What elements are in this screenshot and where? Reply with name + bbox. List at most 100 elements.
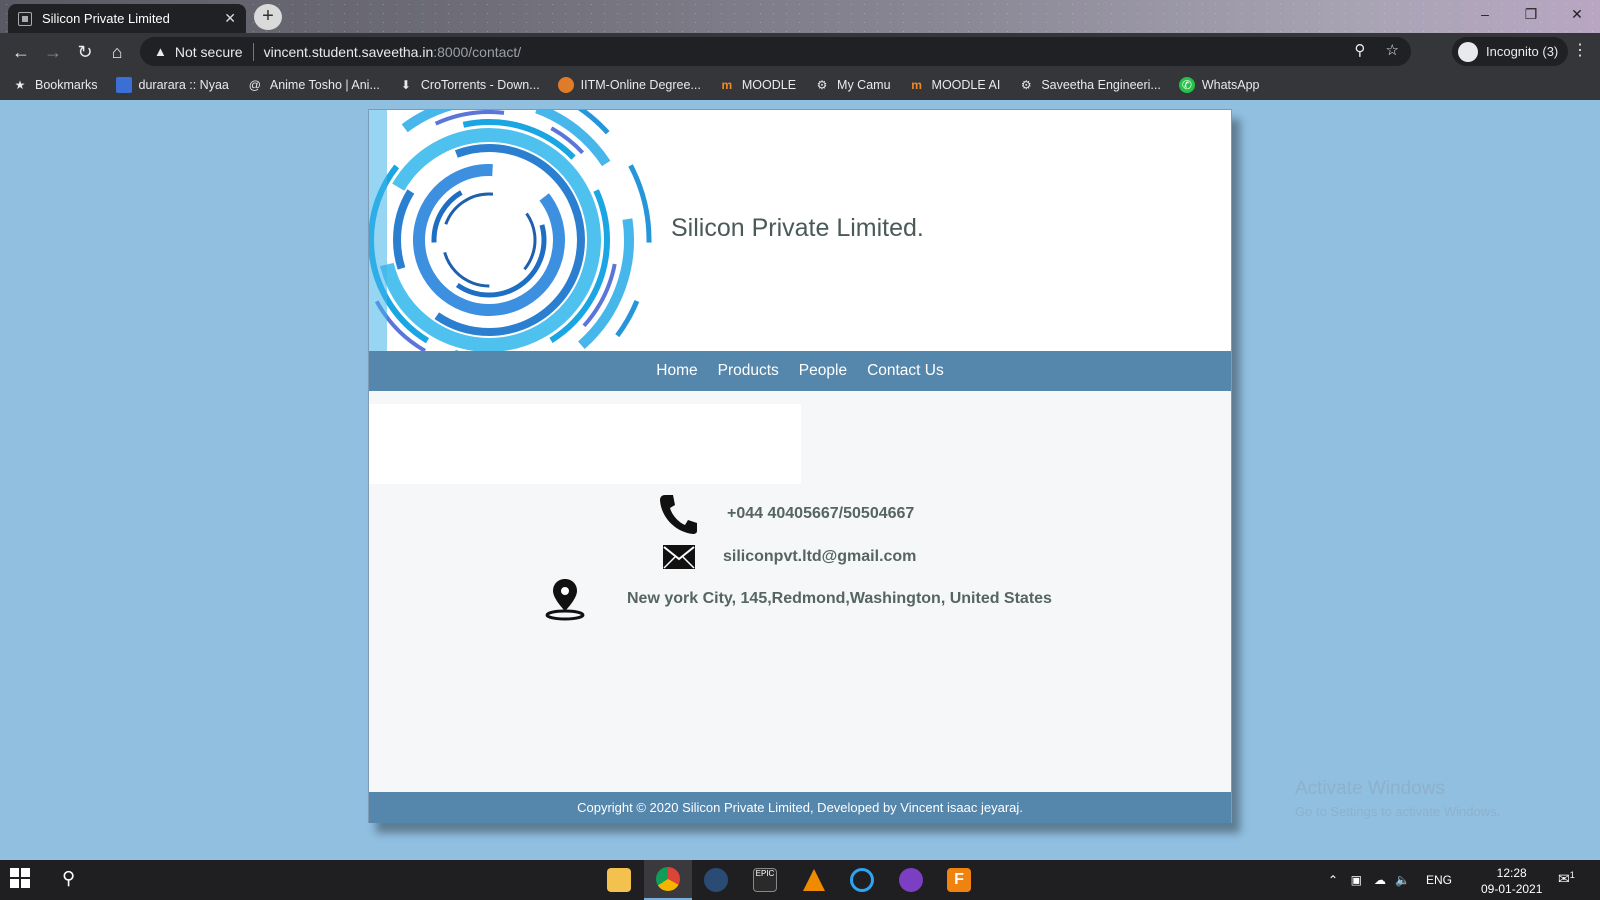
bookmark-label: Saveetha Engineeri... [1041, 78, 1161, 92]
watermark-title: Activate Windows [1295, 778, 1445, 799]
at-icon: @ [248, 78, 261, 92]
bookmark-label: MOODLE AI [931, 78, 1001, 92]
home-icon[interactable]: ⌂ [104, 39, 130, 65]
url-path: :8000/contact/ [433, 43, 522, 60]
menu-kebab-icon[interactable]: ⋮ [1572, 40, 1588, 60]
back-icon[interactable]: ← [8, 39, 34, 65]
volume-icon[interactable]: 🔈 [1395, 873, 1410, 887]
restore-icon[interactable]: ❐ [1508, 0, 1554, 30]
location-pin-icon [543, 577, 587, 621]
site-favicon-icon [18, 11, 32, 26]
bookmark-item[interactable]: m MOODLE [719, 77, 797, 93]
address-text: New york City, 145,Redmond,Washington, U… [627, 590, 1052, 607]
bookmark-item[interactable]: ⚙ My Camu [814, 77, 891, 93]
bookmarks-bar: ★ Bookmarks durarara :: Nyaa @ Anime Tosho… [0, 70, 1600, 100]
website-container: Silicon Private Limited. Home Products P… [368, 109, 1232, 823]
browser-tab-active[interactable]: Silicon Private Limited ✕ [8, 4, 246, 33]
bookmark-label: durarara :: Nyaa [138, 78, 229, 92]
moodle-icon: m [911, 78, 922, 92]
main-navigation: Home Products People Contact Us [369, 351, 1231, 391]
language-indicator[interactable]: ENG [1426, 873, 1452, 887]
address-bar[interactable]: ▲ Not secure vincent.student.saveetha.in… [140, 37, 1411, 66]
incognito-icon [1458, 41, 1478, 62]
notifications-icon[interactable]: ✉1 [1558, 870, 1575, 888]
phone-number: +044 40405667/50504667 [727, 505, 915, 522]
minimize-icon[interactable]: – [1462, 0, 1508, 30]
warning-icon: ▲ [154, 44, 167, 59]
bookmark-label: MOODLE [741, 78, 797, 92]
phone-row: +044 40405667/50504667 [657, 492, 914, 536]
site-footer: Copyright © 2020 Silicon Private Limited… [369, 792, 1231, 823]
address-row: New york City, 145,Redmond,Washington, U… [543, 577, 1052, 621]
download-icon: ⬇ [400, 78, 411, 92]
moodle-icon: m [721, 78, 733, 92]
bookmark-item[interactable]: ✆ WhatsApp [1178, 77, 1260, 93]
contact-content: +044 40405667/50504667 siliconpvt.ltd@gm… [369, 391, 1231, 792]
incognito-badge[interactable]: Incognito (3) [1452, 37, 1569, 66]
tab-close-icon[interactable]: ✕ [224, 10, 236, 27]
company-title: Silicon Private Limited. [671, 214, 924, 242]
bookmark-item[interactable]: m MOODLE AI [909, 77, 1001, 93]
clock-time: 12:28 [1496, 866, 1527, 880]
file-explorer-icon[interactable] [595, 860, 643, 900]
chrome-icon[interactable] [644, 860, 692, 900]
epic-games-icon[interactable]: EPIC [741, 860, 789, 900]
email-row: siliconpvt.ltd@gmail.com [657, 535, 916, 579]
media-player-icon[interactable] [887, 860, 935, 900]
close-window-icon[interactable]: ✕ [1554, 0, 1600, 30]
new-tab-button[interactable]: + [254, 4, 282, 30]
zoom-icon[interactable]: ⚲ [1354, 42, 1365, 59]
nyaa-icon [115, 77, 132, 93]
header-banner: Silicon Private Limited. [369, 110, 1231, 351]
chevron-up-icon[interactable]: ⌃ [1328, 873, 1338, 887]
onedrive-icon[interactable]: ☁ [1374, 873, 1386, 887]
nav-products[interactable]: Products [718, 362, 779, 380]
clock[interactable]: 12:28 09-01-2021 [1481, 865, 1542, 897]
url-host: vincent.student.saveetha.in [263, 43, 434, 60]
globe-icon: ⚙ [816, 78, 828, 92]
activate-windows-watermark: Activate Windows Go to Settings to activ… [1295, 778, 1500, 819]
bookmark-item[interactable]: ⚙ Saveetha Engineeri... [1018, 77, 1161, 93]
envelope-icon [657, 535, 701, 579]
iitm-icon [557, 77, 574, 93]
company-logo-graphic [369, 110, 652, 351]
steam-icon[interactable] [692, 860, 740, 900]
bookmark-label: WhatsApp [1201, 78, 1260, 92]
bookmark-label: IITM-Online Degree... [580, 78, 701, 92]
bookmark-star-icon[interactable]: ☆ [1386, 42, 1399, 59]
windows-taskbar: ⚲ EPIC F ⌃ ▣ ☁ 🔈 ENG 12:28 09-01-2021 ✉1 [0, 860, 1600, 900]
bookmark-item[interactable]: ★ Bookmarks [12, 77, 98, 93]
address-bar-actions: ⚲ ☆ [1338, 41, 1399, 59]
search-icon[interactable]: ⚲ [62, 868, 75, 889]
phone-icon [657, 492, 701, 536]
nav-home[interactable]: Home [656, 362, 697, 380]
bookmark-label: My Camu [837, 78, 891, 92]
fusion-app-icon[interactable]: F [935, 860, 983, 900]
network-icon[interactable]: ▣ [1351, 873, 1362, 887]
reload-icon[interactable]: ↻ [72, 39, 98, 65]
security-label[interactable]: Not secure [175, 44, 243, 60]
window-controls: – ❐ ✕ [1462, 0, 1600, 30]
bookmark-item[interactable]: IITM-Online Degree... [557, 77, 701, 93]
app-spiral-icon[interactable] [838, 860, 886, 900]
start-button[interactable] [10, 868, 30, 893]
vlc-icon[interactable] [790, 860, 838, 900]
blank-panel [369, 404, 801, 484]
nav-contact-us[interactable]: Contact Us [867, 362, 944, 380]
email-address: siliconpvt.ltd@gmail.com [723, 548, 917, 565]
bookmark-item[interactable]: @ Anime Tosho | Ani... [247, 77, 380, 93]
clock-date: 09-01-2021 [1481, 882, 1543, 896]
bookmark-item[interactable]: ⬇ CroTorrents - Down... [398, 77, 540, 93]
star-icon: ★ [14, 78, 26, 92]
watermark-subtitle: Go to Settings to activate Windows. [1295, 804, 1501, 819]
divider [252, 42, 254, 61]
forward-icon[interactable]: → [40, 39, 66, 65]
tab-title: Silicon Private Limited [42, 11, 170, 26]
bookmark-item[interactable]: durarara :: Nyaa [115, 77, 229, 93]
whatsapp-icon: ✆ [1178, 77, 1195, 93]
browser-toolbar: ← → ↻ ⌂ ▲ Not secure vincent.student.sav… [0, 33, 1600, 70]
notification-count: 1 [1569, 870, 1575, 880]
windows-logo-icon [10, 868, 30, 888]
bookmark-label: CroTorrents - Down... [420, 78, 540, 92]
nav-people[interactable]: People [799, 362, 847, 380]
